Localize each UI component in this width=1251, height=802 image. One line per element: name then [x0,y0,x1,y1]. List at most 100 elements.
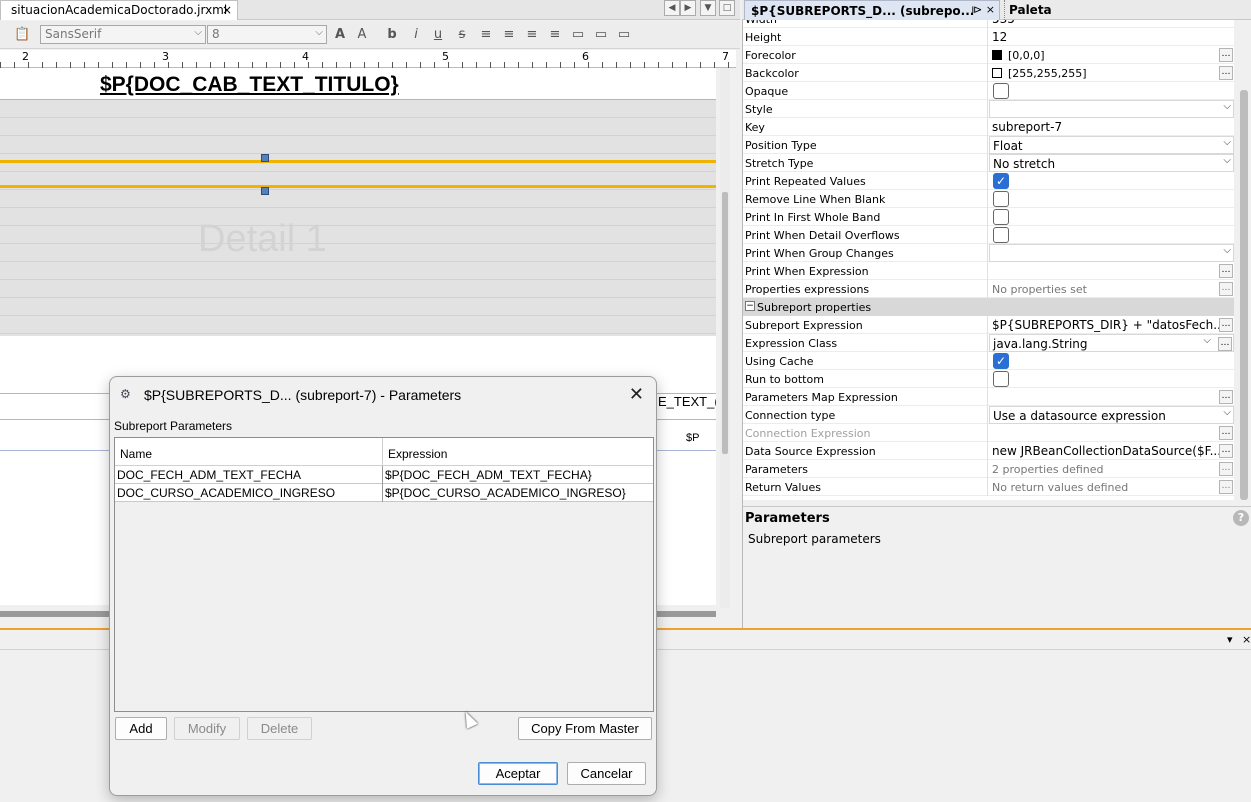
subreport-properties-section[interactable]: − Subreport properties [743,298,1234,316]
property-value[interactable]: No return values defined… [989,478,1234,496]
properties-scrollbar[interactable] [1240,90,1248,500]
maximize-icon[interactable]: □ [719,0,735,16]
decrease-font-icon[interactable]: A [354,27,370,43]
close-icon[interactable]: × [222,3,232,17]
property-value[interactable]: subreport-7 [989,118,1234,136]
ellipsis-button[interactable]: … [1219,390,1233,404]
modify-button[interactable]: Modify [174,717,240,740]
tab-palette[interactable]: Paleta [1004,0,1052,20]
font-family-select[interactable]: SansSerif ⌵ [40,25,206,44]
panel-menu-icon[interactable]: ▾ [1227,633,1233,646]
ellipsis-button[interactable]: … [1219,480,1233,494]
italic-icon[interactable]: i [408,27,424,43]
close-icon[interactable]: ✕ [629,384,644,405]
property-row-remove-line-when-blank[interactable]: Remove Line When Blank [743,190,1234,208]
canvas-field-text[interactable]: $P [686,432,699,444]
align-bottom-icon[interactable]: ▭ [616,27,632,43]
property-value[interactable]: ✓ [989,172,1234,190]
chevron-down-icon[interactable]: ⌵ [1223,137,1231,148]
property-value[interactable]: [0,0,0]… [989,46,1234,64]
resize-handle[interactable] [261,154,269,162]
property-row-print-in-first-whole-band[interactable]: Print In First Whole Band [743,208,1234,226]
cancel-button[interactable]: Cancelar [567,762,646,785]
property-value[interactable] [989,370,1234,388]
table-row[interactable]: DOC_FECH_ADM_TEXT_FECHA $P{DOC_FECH_ADM_… [115,466,653,484]
property-value[interactable]: ⌵ [989,100,1234,118]
property-value[interactable]: … [989,388,1234,406]
canvas-vertical-scroll-thumb[interactable] [722,192,728,454]
checkbox[interactable]: ✓ [993,353,1009,369]
close-icon[interactable]: × [1242,633,1251,646]
delete-button[interactable]: Delete [247,717,312,740]
property-value[interactable]: [255,255,255]… [989,64,1234,82]
property-row-subreport-expression[interactable]: Subreport Expression $P{SUBREPORTS_DIR} +… [743,316,1234,334]
property-value[interactable]: ✓ [989,352,1234,370]
chevron-down-icon[interactable]: ⌵ [1223,101,1231,112]
property-value[interactable]: new JRBeanCollectionDataSource($F...… [989,442,1234,460]
property-value[interactable]: ⌵ [989,244,1234,262]
strikethrough-icon[interactable]: s [454,27,470,43]
checkbox[interactable] [993,227,1009,243]
align-right-icon[interactable]: ≡ [547,27,563,43]
detail-band[interactable]: Detail 1 [0,100,716,336]
property-value[interactable]: $P{SUBREPORTS_DIR} + "datosFech...… [989,316,1234,334]
property-value[interactable]: 2 properties defined… [989,460,1234,478]
bold-icon[interactable]: b [384,27,400,43]
property-value[interactable]: 12 [989,28,1234,46]
property-row-opaque[interactable]: Opaque [743,82,1234,100]
parameters-table[interactable]: Name Expression DOC_FECH_ADM_TEXT_FECHA … [114,437,654,712]
property-row-backcolor[interactable]: Backcolor [255,255,255]… [743,64,1234,82]
column-header-expression[interactable]: Expression [383,438,653,466]
editor-tab-jrxml[interactable]: situacionAcademicaDoctorado.jrxml × [0,0,238,20]
tab-controls-icon[interactable]: ⧐ × [971,3,995,16]
property-row-height[interactable]: Height 12 [743,28,1234,46]
increase-font-icon[interactable]: A [332,27,348,43]
scroll-right-icon[interactable]: ▶ [680,0,696,16]
chevron-down-icon[interactable]: ⌵ [1203,335,1211,346]
ellipsis-button[interactable]: … [1219,444,1233,458]
property-row-run-to-bottom[interactable]: Run to bottom [743,370,1234,388]
align-justify-icon[interactable]: ≡ [501,27,517,43]
property-value[interactable]: … [989,262,1234,280]
property-value[interactable] [989,82,1234,100]
chevron-down-icon[interactable]: ⌵ [1223,407,1231,418]
property-row-properties-expressions[interactable]: Properties expressions No properties set… [743,280,1234,298]
property-row-data-source-expression[interactable]: Data Source Expression new JRBeanCollecti… [743,442,1234,460]
property-row-print-when-detail-overflows[interactable]: Print When Detail Overflows [743,226,1234,244]
property-row-connection-expression[interactable]: Connection Expression… [743,424,1234,442]
property-row-forecolor[interactable]: Forecolor [0,0,0]… [743,46,1234,64]
canvas-field-text[interactable]: E_TEXT_( [658,394,716,409]
ellipsis-button[interactable]: … [1219,48,1233,62]
checkbox[interactable] [993,83,1009,99]
collapse-icon[interactable]: − [745,301,755,311]
help-icon[interactable]: ? [1233,510,1249,526]
align-center-icon[interactable]: ≡ [524,27,540,43]
align-left-icon[interactable]: ≡ [478,27,494,43]
chevron-down-icon[interactable]: ⌵ [1223,155,1231,166]
font-size-select[interactable]: 8 ⌵ [207,25,327,44]
property-row-parameters-map-expression[interactable]: Parameters Map Expression… [743,388,1234,406]
ellipsis-button[interactable]: … [1219,426,1233,440]
column-header-name[interactable]: Name [115,438,383,466]
property-value[interactable]: java.lang.String ⌵… [989,334,1234,352]
property-value[interactable] [989,190,1234,208]
property-row-print-repeated-values[interactable]: Print Repeated Values ✓ [743,172,1234,190]
property-value[interactable] [989,226,1234,244]
ellipsis-button[interactable]: … [1218,337,1232,351]
ellipsis-button[interactable]: … [1219,318,1233,332]
ellipsis-button[interactable]: … [1219,264,1233,278]
property-row-print-when-group-changes[interactable]: Print When Group Changes ⌵ [743,244,1234,262]
property-value[interactable]: No properties set… [989,280,1234,298]
checkbox[interactable] [993,371,1009,387]
property-row-position-type[interactable]: Position Type Float ⌵ [743,136,1234,154]
property-row-parameters[interactable]: Parameters 2 properties defined… [743,460,1234,478]
property-row-connection-type[interactable]: Connection type Use a datasource expressi… [743,406,1234,424]
tab-list-icon[interactable]: ▼ [700,0,716,16]
checkbox[interactable] [993,209,1009,225]
property-row-key[interactable]: Key subreport-7 [743,118,1234,136]
ellipsis-button[interactable]: … [1219,462,1233,476]
table-row[interactable]: DOC_CURSO_ACADEMICO_INGRESO $P{DOC_CURSO… [115,484,653,502]
scroll-left-icon[interactable]: ◀ [664,0,680,16]
property-row-using-cache[interactable]: Using Cache ✓ [743,352,1234,370]
tab-properties[interactable]: $P{SUBREPORTS_D... (subrepo... ⧐ × [744,0,1000,20]
